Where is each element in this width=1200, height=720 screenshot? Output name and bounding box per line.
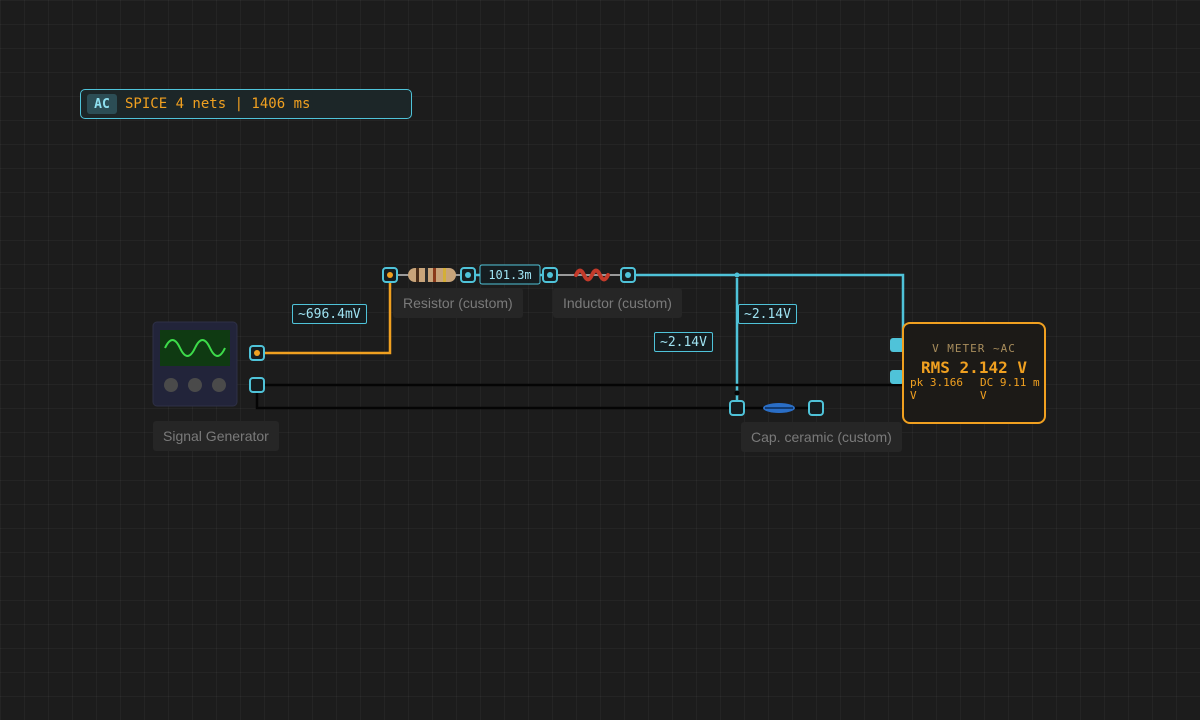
terminal-dot [625, 272, 631, 278]
inductor-symbol[interactable] [555, 268, 628, 282]
voltage-tag-cap-node-left: ~2.14V [654, 332, 713, 352]
simulation-summary: SPICE 4 nets | 1406 ms [125, 96, 311, 112]
inductor-label: Inductor (custom) [553, 288, 682, 318]
resistor-band [433, 268, 436, 282]
terminal-capacitor-b[interactable] [808, 400, 824, 416]
voltmeter-rms-reading: RMS 2.142 V [921, 358, 1027, 377]
knob-icon[interactable] [212, 378, 226, 392]
resistor-band [425, 268, 428, 282]
ac-mode-badge[interactable]: AC [87, 94, 117, 114]
terminal-dot [254, 350, 260, 356]
resistor-label: Resistor (custom) [393, 288, 523, 318]
terminal-dot [387, 272, 393, 278]
terminal-capacitor-a[interactable] [729, 400, 745, 416]
simulation-status-bar: AC SPICE 4 nets | 1406 ms [80, 89, 412, 119]
knob-icon[interactable] [164, 378, 178, 392]
voltmeter-title: V METER ~AC [932, 342, 1016, 355]
capacitor-symbol[interactable] [763, 403, 795, 413]
knob-icon[interactable] [188, 378, 202, 392]
junction-dot [734, 390, 740, 396]
resistor-symbol[interactable] [398, 268, 468, 282]
terminal-dot [547, 272, 553, 278]
voltage-tag-gen-node: ~696.4mV [292, 304, 367, 324]
resistor-body [408, 268, 456, 282]
signal-generator-label: Signal Generator [153, 421, 279, 451]
voltmeter-dc-reading: DC 9.11 mV [980, 376, 1040, 402]
voltmeter[interactable]: V METER ~AC RMS 2.142 V pk 3.166 V DC 9.… [902, 322, 1046, 424]
resistor-value-text: 101.3m [488, 268, 531, 282]
resistor-band [443, 268, 446, 282]
voltage-tag-cap-node: ~2.14V [738, 304, 797, 324]
terminal-dot [465, 272, 471, 278]
terminal-gen-ground[interactable] [249, 377, 265, 393]
voltmeter-peak-reading: pk 3.166 V [910, 376, 963, 402]
capacitor-label: Cap. ceramic (custom) [741, 422, 902, 452]
signal-generator[interactable] [152, 321, 238, 407]
junction-dot [734, 272, 740, 278]
resistor-band [416, 268, 419, 282]
